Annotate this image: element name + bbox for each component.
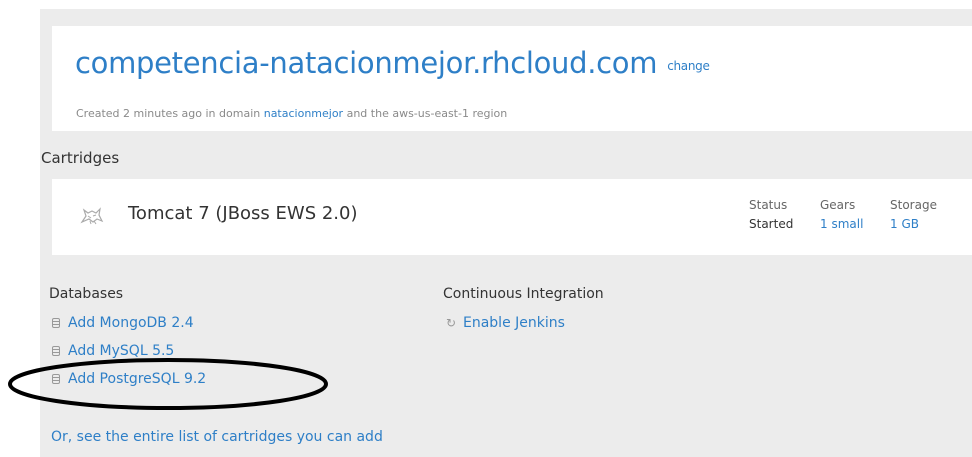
ci-heading: Continuous Integration — [443, 286, 604, 302]
database-icon — [52, 318, 60, 328]
meta-prefix: Created 2 minutes ago in domain — [76, 107, 264, 120]
meta-suffix: and the aws-us-east-1 region — [343, 107, 508, 120]
status-label: Status — [749, 198, 788, 212]
application-meta: Created 2 minutes ago in domain natacion… — [76, 107, 507, 120]
enable-jenkins-label: Enable Jenkins — [463, 315, 565, 331]
add-mongodb-label: Add MongoDB 2.4 — [68, 315, 194, 331]
gears-label: Gears — [820, 198, 856, 212]
gears-link[interactable]: 1 small — [820, 215, 863, 234]
application-url[interactable]: competencia-natacionmejor.rhcloud.com — [75, 46, 657, 80]
cartridges-heading: Cartridges — [41, 149, 120, 167]
storage-label: Storage — [890, 198, 937, 212]
cartridge-storage: Storage 1 GB — [890, 196, 937, 234]
add-mysql-link[interactable]: Add MySQL 5.5 — [52, 343, 174, 359]
application-title: competencia-natacionmejor.rhcloud.com cha… — [75, 46, 710, 80]
application-header-card: competencia-natacionmejor.rhcloud.com cha… — [52, 26, 972, 131]
database-icon — [52, 346, 60, 356]
cartridge-card: Tomcat 7 (JBoss EWS 2.0) Status Started … — [52, 179, 972, 255]
see-all-cartridges-link[interactable]: Or, see the entire list of cartridges yo… — [51, 429, 383, 445]
add-postgresql-label: Add PostgreSQL 9.2 — [68, 371, 207, 387]
application-panel: competencia-natacionmejor.rhcloud.com cha… — [40, 9, 972, 457]
storage-link[interactable]: 1 GB — [890, 215, 937, 234]
databases-heading: Databases — [49, 286, 124, 302]
refresh-icon: ↻ — [446, 316, 457, 330]
status-value: Started — [749, 217, 794, 231]
cartridge-gears: Gears 1 small — [820, 196, 863, 234]
database-icon — [52, 374, 60, 384]
tomcat-icon — [80, 207, 104, 225]
change-alias-link[interactable]: change — [667, 59, 710, 73]
cartridge-name: Tomcat 7 (JBoss EWS 2.0) — [128, 203, 358, 224]
add-mongodb-link[interactable]: Add MongoDB 2.4 — [52, 315, 194, 331]
domain-link[interactable]: natacionmejor — [264, 107, 343, 120]
enable-jenkins-link[interactable]: ↻ Enable Jenkins — [446, 315, 565, 331]
add-postgresql-link[interactable]: Add PostgreSQL 9.2 — [52, 371, 206, 387]
cartridge-status: Status Started — [749, 196, 793, 234]
add-mysql-label: Add MySQL 5.5 — [68, 343, 175, 359]
